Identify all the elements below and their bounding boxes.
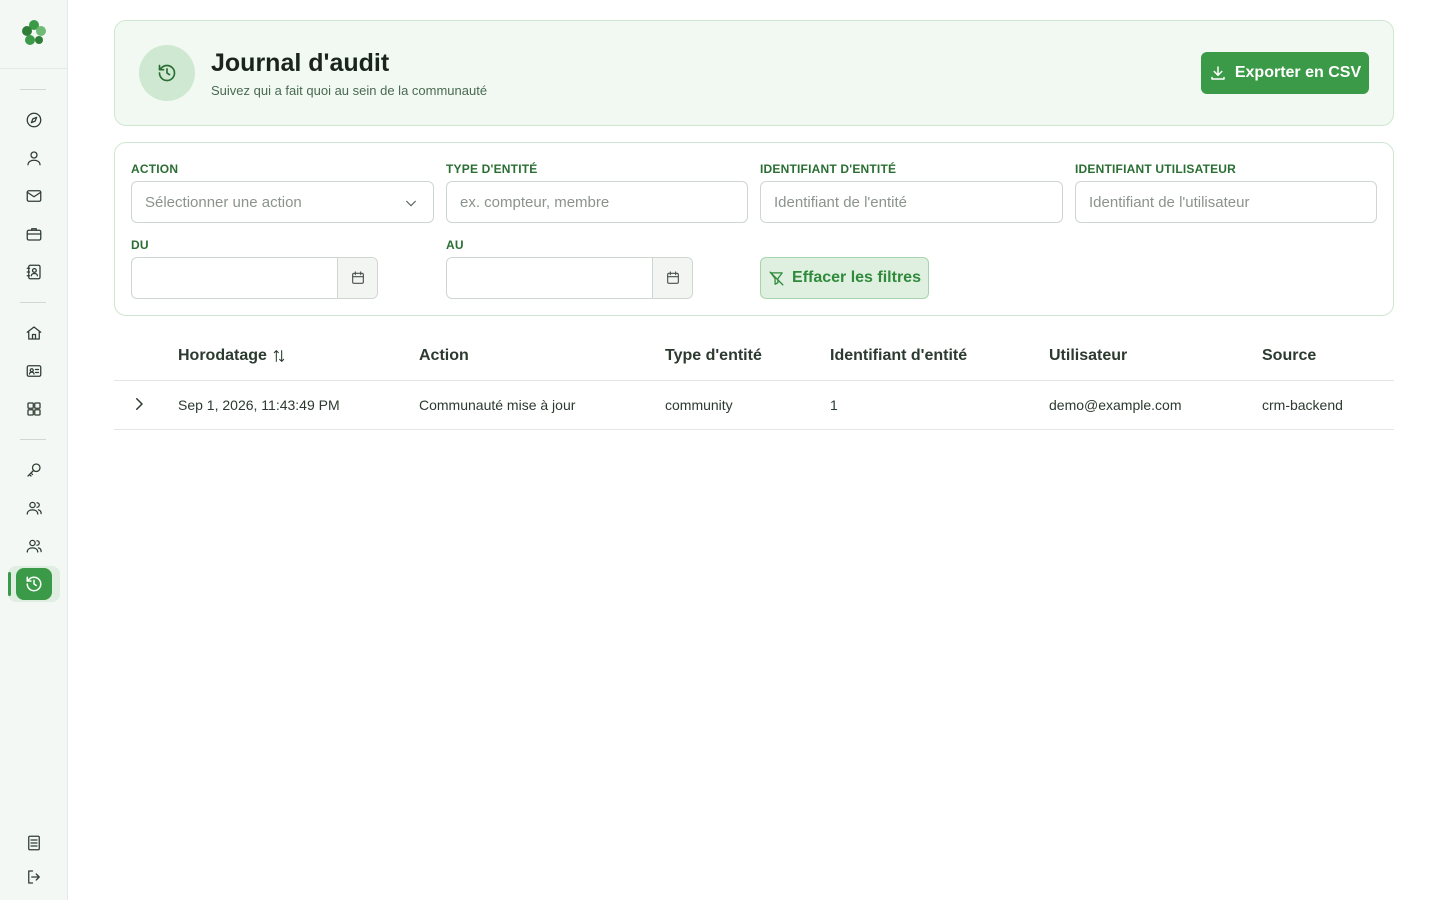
sidebar-item-profile[interactable] [14,141,54,175]
sidebar-item-jobs[interactable] [14,217,54,251]
history-icon [139,45,195,101]
chevron-right-icon [136,398,143,410]
column-header-source: Source [1262,347,1317,364]
sidebar-item-home[interactable] [14,316,54,350]
download-icon [1211,66,1225,80]
user-id-label: IDENTIFIANT UTILISATEUR [1075,162,1237,176]
home-icon [26,326,42,340]
entity-id-label: IDENTIFIANT D'ENTITÉ [760,162,897,176]
sidebar-divider [20,89,46,90]
sidebar-item-members[interactable] [14,354,54,388]
column-header-user: Utilisateur [1049,347,1128,364]
page-header: Journal d'audit Suivez qui a fait quoi a… [114,20,1394,126]
sort-icon[interactable] [271,348,287,364]
entity-id-placeholder: Identifiant de l'entité [774,193,907,211]
id-card-icon [26,365,42,377]
column-header-timestamp[interactable]: Horodatage [178,347,287,365]
key-icon [27,463,41,477]
sidebar-top-divider [0,68,68,69]
from-date-label: DU [131,238,149,252]
history-icon [26,576,42,592]
clear-filters-label: Effacer les filtres [792,269,921,286]
to-date-label: AU [446,238,464,252]
cell-entity-id: 1 [830,397,838,413]
sidebar-item-audit-log[interactable] [16,568,52,600]
entity-id-input[interactable]: Identifiant de l'entité [760,181,1063,223]
export-csv-label: Exporter en CSV [1234,64,1362,81]
sidebar [0,0,68,900]
entity-type-placeholder: ex. compteur, membre [460,193,610,211]
sidebar-item-users[interactable] [14,491,54,525]
entity-type-input[interactable]: ex. compteur, membre [446,181,748,223]
column-header-entity-id: Identifiant d'entité [830,347,968,364]
table-row[interactable]: Sep 1, 2026, 11:43:49 PM Communauté mise… [114,381,1394,430]
entity-type-label: TYPE D'ENTITÉ [446,162,538,176]
document-icon [28,835,40,851]
table-header: Horodatage Action Type d'entité Identifi… [114,332,1394,381]
expand-row-button[interactable] [130,395,148,413]
sidebar-item-logout[interactable] [14,860,54,894]
sidebar-active-indicator [8,572,11,596]
sidebar-item-explore[interactable] [14,103,54,137]
clover-logo-icon[interactable] [19,18,49,48]
chevron-down-icon [405,200,417,207]
sidebar-item-apps[interactable] [14,392,54,426]
action-filter-label: ACTION [131,162,179,176]
user-icon [27,151,41,166]
users-icon [26,539,42,553]
filter-off-icon [769,270,784,286]
cell-user: demo@example.com [1049,397,1182,413]
calendar-icon [666,271,679,284]
compass-icon [26,112,42,128]
user-id-placeholder: Identifiant de l'utilisateur [1089,193,1250,211]
sidebar-item-docs[interactable] [14,826,54,860]
sidebar-item-directory[interactable] [14,255,54,289]
users-icon [26,501,42,515]
sidebar-divider [20,439,46,440]
to-date-field[interactable] [446,257,693,299]
sidebar-item-keys[interactable] [14,453,54,487]
cell-action: Communauté mise à jour [419,397,576,413]
to-date-picker-button[interactable] [652,258,692,298]
contact-book-icon [26,264,41,280]
action-select-placeholder: Sélectionner une action [145,193,302,211]
sidebar-divider [20,302,46,303]
column-header-label: Horodatage [178,347,267,364]
page-subtitle: Suivez qui a fait quoi au sein de la com… [211,83,488,98]
filters-panel: ACTION Sélectionner une action TYPE D'EN… [114,142,1394,316]
from-date-field[interactable] [131,257,378,299]
sidebar-item-messages[interactable] [14,179,54,213]
column-header-entity-type: Type d'entité [665,347,762,364]
briefcase-icon [26,228,42,241]
from-date-picker-button[interactable] [337,258,377,298]
mail-icon [26,190,42,202]
clear-filters-button[interactable]: Effacer les filtres [760,257,929,299]
apps-grid-icon [27,402,41,416]
cell-entity-type: community [665,397,733,413]
cell-source: crm-backend [1262,397,1343,413]
column-header-action: Action [419,347,469,364]
calendar-icon [351,271,364,284]
audit-log-table: Horodatage Action Type d'entité Identifi… [114,332,1394,430]
action-select[interactable]: Sélectionner une action [131,181,434,223]
sidebar-item-groups[interactable] [14,529,54,563]
export-csv-button[interactable]: Exporter en CSV [1201,52,1369,94]
page-title: Journal d'audit [211,49,390,77]
user-id-input[interactable]: Identifiant de l'utilisateur [1075,181,1377,223]
cell-timestamp: Sep 1, 2026, 11:43:49 PM [178,397,340,413]
logout-icon [28,870,40,884]
